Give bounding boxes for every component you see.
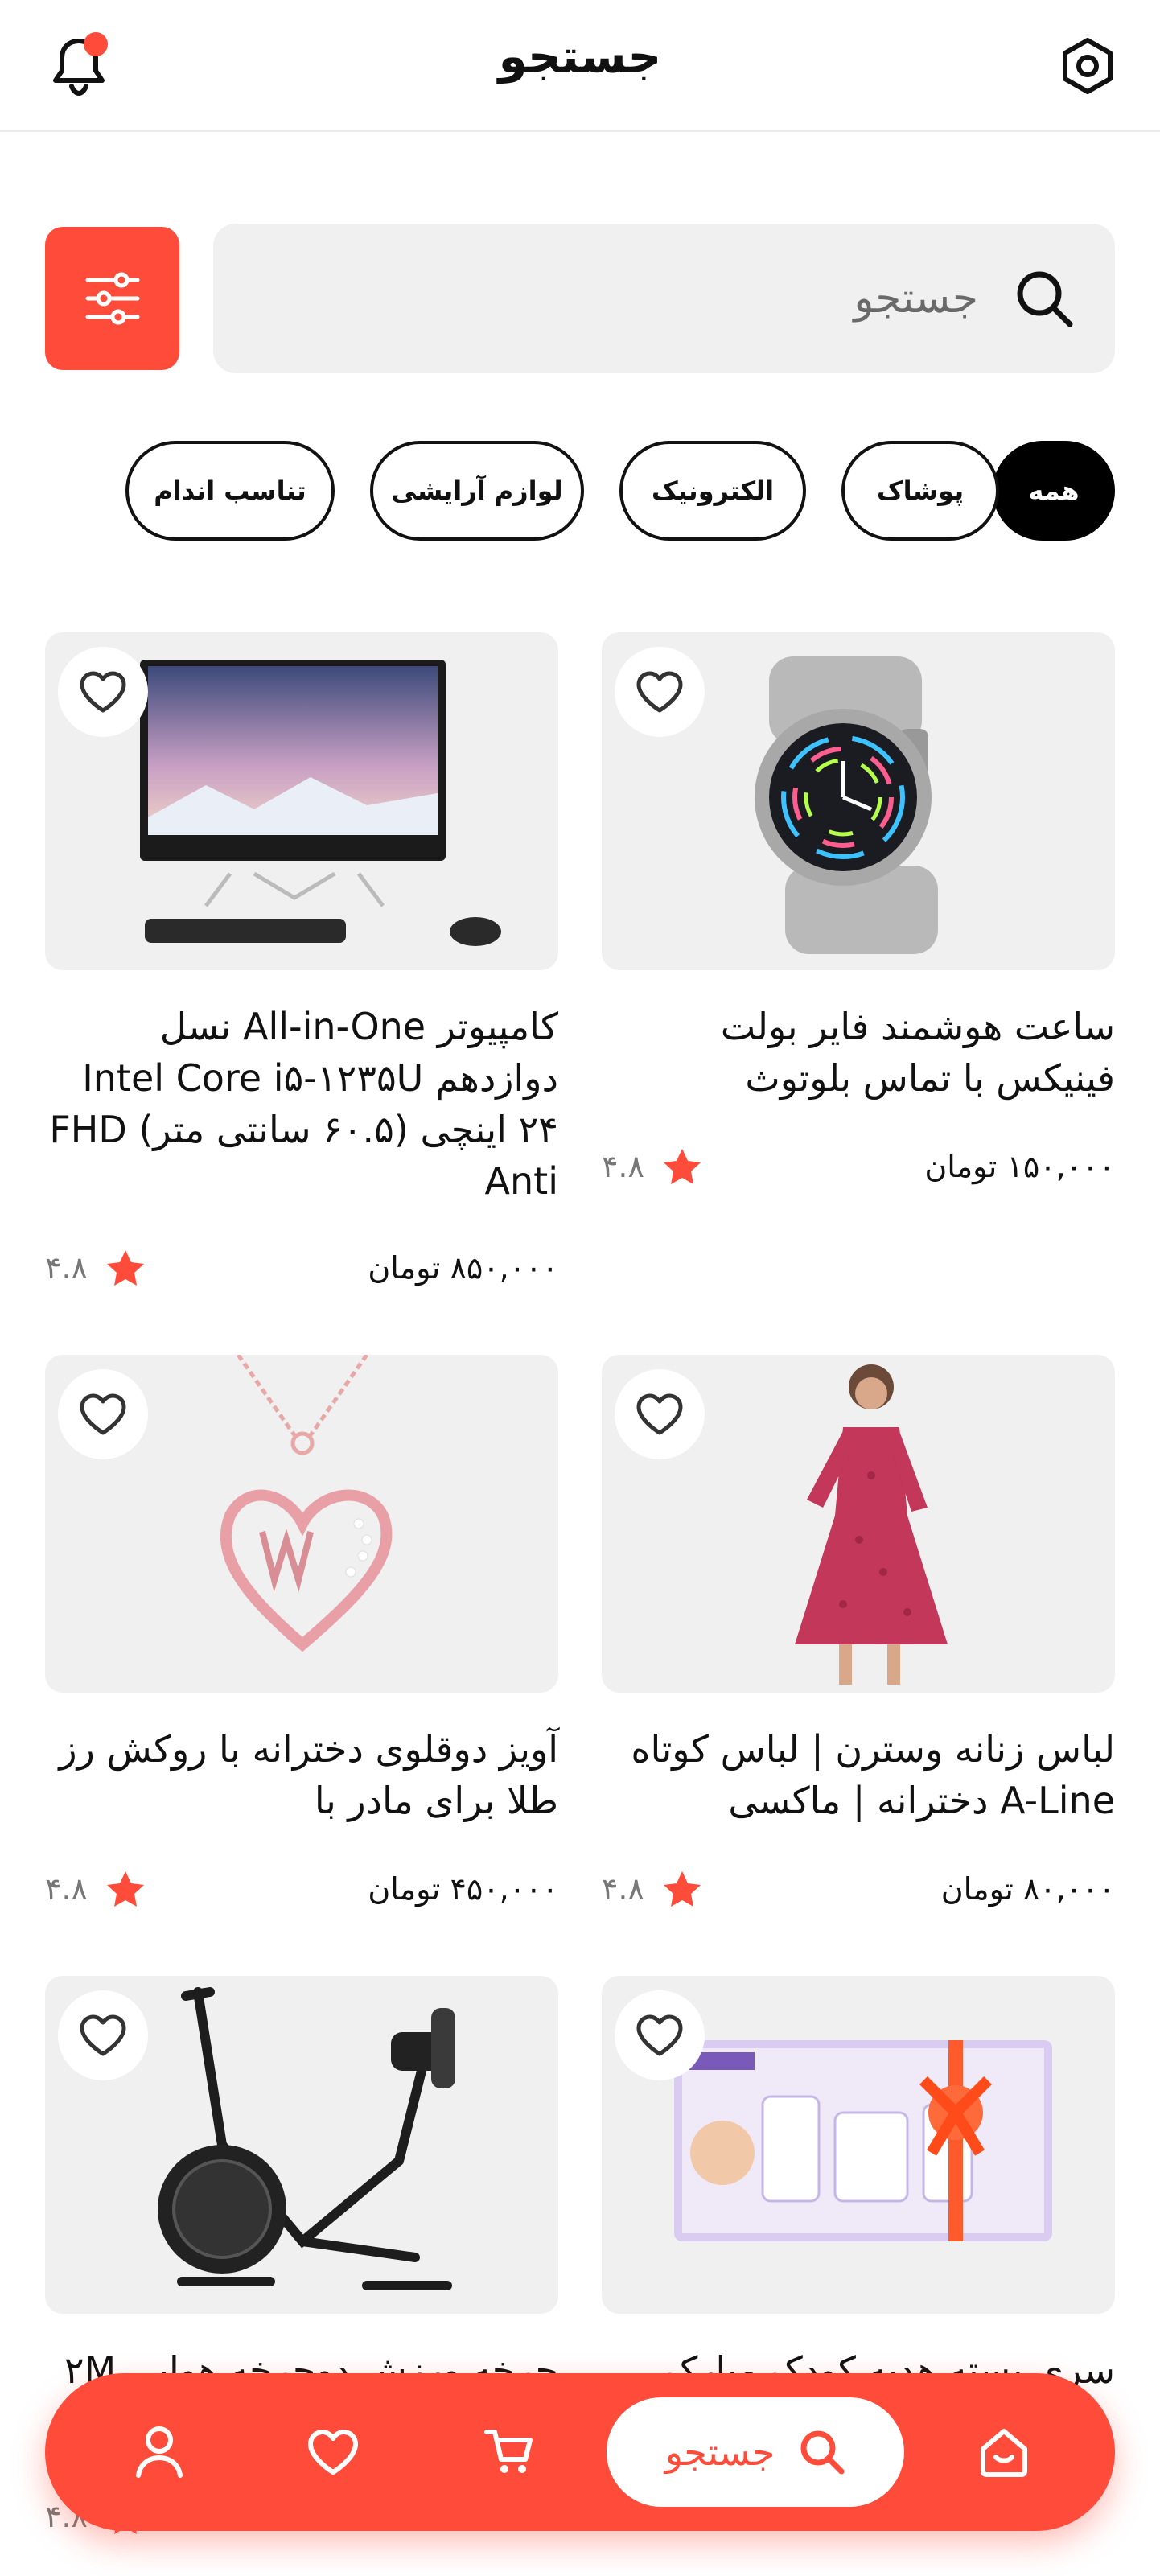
product-card[interactable]: آویز دوقلوی دخترانه با روکش رز طلا برای … xyxy=(45,1355,558,1907)
heart-icon xyxy=(80,1393,126,1435)
product-image xyxy=(602,632,1115,970)
category-chips: همه پوشاک الکترونیک لوازم آرایشی تناسب ا… xyxy=(125,441,1115,541)
settings-icon xyxy=(1063,38,1113,94)
product-card[interactable]: ساعت هوشمند فایر بولت فینیکس با تماس بلو… xyxy=(602,632,1115,1184)
favorite-button[interactable] xyxy=(58,1369,148,1459)
chip-fitness[interactable]: تناسب اندام xyxy=(125,441,335,541)
product-image xyxy=(602,1355,1115,1693)
product-name: کامپیوتر All-in-One نسل دوازدهم Intel Co… xyxy=(49,1005,558,1203)
product-card[interactable]: کامپیوتر All-in-One نسل دوازدهم Intel Co… xyxy=(45,632,558,1286)
bottom-navigation: جستجو xyxy=(45,2373,1115,2531)
heart-icon xyxy=(80,2014,126,2056)
product-meta: ۱۵۰,۰۰۰ تومان ۴.۸ xyxy=(602,1147,1115,1186)
product-image xyxy=(45,1355,558,1693)
user-icon xyxy=(136,2426,183,2478)
product-rating: ۴.۸ xyxy=(45,1249,146,1287)
nav-profile[interactable] xyxy=(122,2415,196,2489)
rating-value: ۴.۸ xyxy=(45,1871,88,1907)
heart-icon xyxy=(80,671,126,713)
nav-search[interactable]: جستجو xyxy=(607,2397,904,2507)
star-icon xyxy=(106,1250,144,1286)
heart-icon xyxy=(636,671,683,713)
product-card[interactable]: سری بسته هدیه کودک مبارک xyxy=(602,1976,1115,2396)
filter-button[interactable] xyxy=(45,227,180,370)
heart-icon xyxy=(308,2430,358,2475)
app-header: جستجو xyxy=(0,0,1160,132)
product-name: ساعت هوشمند فایر بولت فینیکس با تماس بلو… xyxy=(720,1005,1115,1100)
star-icon xyxy=(663,1149,701,1184)
product-price: ۸۰,۰۰۰ تومان xyxy=(940,1871,1115,1907)
nav-home[interactable] xyxy=(967,2415,1041,2489)
chip-clothing[interactable]: پوشاک xyxy=(841,441,999,541)
chip-cosmetics[interactable]: لوازم آرایشی xyxy=(370,441,584,541)
product-meta: ۴۵۰,۰۰۰ تومان ۴.۸ xyxy=(45,1870,558,1908)
heart-icon xyxy=(636,1393,683,1435)
nav-favorites[interactable] xyxy=(296,2415,370,2489)
page-title: جستجو xyxy=(498,29,662,84)
product-meta: ۸۰,۰۰۰ تومان ۴.۸ xyxy=(602,1870,1115,1908)
star-icon xyxy=(663,1871,701,1907)
product-rating: ۴.۸ xyxy=(602,1147,702,1186)
search-input[interactable] xyxy=(335,274,978,323)
product-image xyxy=(45,1976,558,2314)
search-bar xyxy=(45,224,1115,373)
cart-icon xyxy=(484,2430,533,2473)
favorite-button[interactable] xyxy=(58,1990,148,2080)
chip-electronics[interactable]: الکترونیک xyxy=(619,441,806,541)
home-icon xyxy=(981,2429,1027,2477)
product-card[interactable]: چرخه ورزش دوچرخه هوایی ۲M ۴.۸ xyxy=(45,1976,558,2534)
product-image xyxy=(602,1976,1115,2314)
chip-all[interactable]: همه xyxy=(993,441,1115,541)
product-name: لباس زنانه وسترن | لباس کوتاه A-Line دخت… xyxy=(631,1727,1115,1822)
rating-value: ۴.۸ xyxy=(602,1149,644,1184)
favorite-button[interactable] xyxy=(615,647,705,737)
favorite-button[interactable] xyxy=(58,647,148,737)
nav-search-label: جستجو xyxy=(664,2430,775,2474)
favorite-button[interactable] xyxy=(615,1369,705,1459)
product-price: ۸۵۰,۰۰۰ تومان xyxy=(368,1250,558,1286)
search-icon xyxy=(1017,271,1073,327)
product-meta: ۸۵۰,۰۰۰ تومان ۴.۸ xyxy=(45,1249,558,1287)
favorite-button[interactable] xyxy=(615,1990,705,2080)
heart-icon xyxy=(636,2014,683,2056)
rating-value: ۴.۸ xyxy=(602,1871,644,1907)
product-card[interactable]: لباس زنانه وسترن | لباس کوتاه A-Line دخت… xyxy=(602,1355,1115,1907)
product-price: ۱۵۰,۰۰۰ تومان xyxy=(924,1149,1115,1184)
sliders-icon xyxy=(85,272,140,325)
search-icon xyxy=(800,2430,845,2475)
star-icon xyxy=(106,1871,144,1907)
search-field[interactable] xyxy=(213,224,1115,373)
product-price: ۴۵۰,۰۰۰ تومان xyxy=(368,1871,558,1907)
product-image xyxy=(45,632,558,970)
settings-button[interactable] xyxy=(1054,32,1121,100)
nav-cart[interactable] xyxy=(471,2415,545,2489)
product-rating: ۴.۸ xyxy=(602,1870,702,1908)
product-rating: ۴.۸ xyxy=(45,1870,146,1908)
rating-value: ۴.۸ xyxy=(45,1250,88,1286)
product-name: آویز دوقلوی دخترانه با روکش رز طلا برای … xyxy=(59,1727,558,1822)
